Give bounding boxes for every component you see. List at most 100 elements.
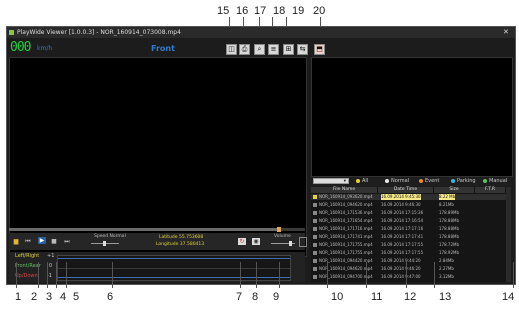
open-folder-icon[interactable]: ▆ bbox=[12, 238, 20, 245]
table-row[interactable]: NOR_160914_171755.mp4 16.09.2014 17:17:55… bbox=[311, 250, 506, 256]
table-scrollbar[interactable] bbox=[506, 187, 511, 282]
filter-parking[interactable]: Parking bbox=[451, 178, 476, 185]
legend-up-down: Up/Down bbox=[15, 273, 38, 279]
window-title: PlayWide Viewer [1.0.0.3] - NOR_160914_0… bbox=[17, 29, 181, 36]
cell-date-time: 16.09.2014 9:44:20 bbox=[381, 258, 421, 263]
callout-line-4 bbox=[56, 262, 57, 288]
fullscreen-button[interactable]: ⊞ bbox=[283, 44, 294, 55]
cell-size: 8.21Mb bbox=[439, 202, 454, 207]
cell-size: 178.88Mb bbox=[439, 226, 459, 231]
control-bar: ▆ ⏮ ▶ ■ ⏭ Speed Normal Latitude 55.75360… bbox=[9, 233, 307, 250]
callout-line-10 bbox=[327, 262, 328, 288]
callout-7: 7 bbox=[236, 291, 243, 303]
rotate-icon[interactable]: ↻ bbox=[238, 238, 246, 245]
cell-size: 178.72Mb bbox=[439, 242, 459, 247]
cell-date-time: 16.09.2014 17:16:54 bbox=[381, 218, 424, 223]
speed-slider-label: Speed Normal bbox=[94, 234, 126, 239]
cell-date-time: 16.09.2014 17:17:55 bbox=[381, 242, 424, 247]
callout-19: 19 bbox=[292, 5, 305, 17]
zoom-button[interactable]: ⌕ bbox=[254, 44, 265, 55]
callout-6: 6 bbox=[107, 291, 114, 303]
table-row[interactable]: NOR_160914_094420.mp4 16.09.2014 9:44:20 2… bbox=[311, 258, 506, 264]
speed-slider-handle[interactable] bbox=[103, 241, 106, 246]
callout-3: 3 bbox=[46, 291, 53, 303]
table-row[interactable]: NOR_160914_171654.mp4 16.09.2014 17:16:54… bbox=[311, 218, 506, 224]
next-icon[interactable]: ⏭ bbox=[63, 238, 71, 245]
table-row[interactable]: NOR_160914_093620.mp4 16.09.2014 9:45:30 8… bbox=[311, 194, 506, 200]
capture-icon[interactable]: ◉ bbox=[252, 238, 260, 245]
callout-20: 20 bbox=[313, 5, 326, 17]
callout-15: 15 bbox=[217, 5, 230, 17]
longitude-text: Longitude 37.580413 bbox=[156, 242, 205, 247]
snapshot-button[interactable]: ◫ bbox=[226, 44, 237, 55]
callout-17: 17 bbox=[254, 5, 267, 17]
chevron-down-icon: ▾ bbox=[343, 179, 346, 184]
mute-toggle[interactable] bbox=[299, 237, 307, 247]
cell-size: 3.12Mb bbox=[439, 274, 454, 279]
callout-line-9 bbox=[279, 262, 280, 288]
filter-normal-label: Normal bbox=[391, 178, 410, 184]
header-size[interactable]: Size bbox=[434, 187, 474, 193]
drive-dropdown[interactable]: ▾ bbox=[313, 178, 349, 184]
gsensor-panel: Left/Right Front/Rear Up/Down +1 0 -1 bbox=[9, 252, 305, 282]
camera-label: Front bbox=[151, 44, 175, 53]
file-list-table: File Name Date Time Size F.T.R NOR_16091… bbox=[311, 187, 511, 282]
view-toggle-button[interactable]: ⇆ bbox=[297, 44, 308, 55]
cell-file-name: NOR_160914_171755.mp4 bbox=[319, 242, 373, 247]
table-row[interactable]: NOR_160914_171741.mp4 16.09.2014 17:17:41… bbox=[311, 234, 506, 240]
table-row[interactable]: NOR_160914_094620.mp4 16.09.2014 9:46:20 2… bbox=[311, 266, 506, 272]
playback-speed-slider[interactable] bbox=[91, 241, 119, 246]
file-type-icon bbox=[313, 267, 317, 271]
title-bar: PlayWide Viewer [1.0.0.3] - NOR_160914_0… bbox=[7, 27, 515, 38]
callout-10: 10 bbox=[331, 291, 344, 303]
callout-line-5 bbox=[66, 262, 67, 288]
volume-slider-handle[interactable] bbox=[289, 241, 292, 246]
close-window-icon[interactable]: ✕ bbox=[503, 27, 509, 38]
table-row[interactable]: NOR_160914_171716.mp4 16.09.2014 17:17:16… bbox=[311, 226, 506, 232]
callout-13: 13 bbox=[439, 291, 452, 303]
table-row[interactable]: NOR_160914_171755.mp4 16.09.2014 17:17:55… bbox=[311, 242, 506, 248]
main-video-view[interactable] bbox=[9, 57, 307, 257]
progress-handle[interactable] bbox=[277, 227, 281, 232]
filter-all[interactable]: All bbox=[356, 178, 368, 185]
callout-line-8 bbox=[256, 262, 257, 288]
filter-event-label: Event bbox=[425, 178, 440, 184]
cell-date-time: 16.09.2014 17:17:41 bbox=[381, 234, 424, 239]
cell-date-time: 16.09.2014 9:47:00 bbox=[381, 274, 421, 279]
header-ftr[interactable]: F.T.R bbox=[475, 187, 505, 193]
cell-file-name: NOR_160914_171536.mp4 bbox=[319, 210, 373, 215]
table-row[interactable]: NOR_160914_171536.mp4 16.09.2014 17:15:36… bbox=[311, 210, 506, 216]
map-view[interactable] bbox=[311, 57, 513, 177]
callout-12: 12 bbox=[404, 291, 417, 303]
filter-manual[interactable]: Manual bbox=[483, 178, 507, 185]
cell-size: 178.92Mb bbox=[439, 250, 459, 255]
callout-14: 14 bbox=[502, 291, 515, 303]
filter-bar: ▾ All Normal Event Parking Manual bbox=[311, 177, 511, 186]
cell-date-time: 16.09.2014 17:17:55 bbox=[381, 250, 424, 255]
filter-parking-label: Parking bbox=[457, 178, 476, 184]
callout-line-7 bbox=[240, 262, 241, 288]
print-button[interactable]: ⎙ bbox=[239, 44, 250, 55]
callout-line-11 bbox=[366, 262, 367, 288]
playback-progress-bar[interactable] bbox=[9, 227, 305, 232]
settings-button[interactable]: ≡ bbox=[268, 44, 279, 55]
callout-9: 9 bbox=[273, 291, 280, 303]
table-row[interactable]: NOR_160914_094620.mp4 16.09.2014 9:46:30 8… bbox=[311, 202, 506, 208]
file-type-icon bbox=[313, 251, 317, 255]
callout-11: 11 bbox=[371, 291, 383, 303]
header-file-name[interactable]: File Name bbox=[311, 187, 377, 193]
table-row[interactable]: NOR_160914_094700.mp4 16.09.2014 9:47:00 3… bbox=[311, 274, 506, 280]
cell-size: 178.89Mb bbox=[439, 210, 459, 215]
cell-date-time: 16.09.2014 9:45:30 bbox=[381, 194, 421, 200]
header-date-time[interactable]: Date Time bbox=[378, 187, 433, 193]
filter-normal[interactable]: Normal bbox=[385, 178, 409, 185]
filter-event[interactable]: Event bbox=[419, 178, 439, 185]
cell-date-time: 16.09.2014 9:46:20 bbox=[381, 266, 421, 271]
stop-icon[interactable]: ■ bbox=[50, 238, 58, 245]
play-icon[interactable]: ▶ bbox=[38, 237, 46, 244]
legend-left-right: Left/Right bbox=[15, 253, 40, 259]
previous-icon[interactable]: ⏮ bbox=[24, 238, 32, 245]
volume-label: Volume bbox=[274, 234, 291, 239]
volume-slider[interactable] bbox=[271, 241, 295, 246]
export-button[interactable]: ⬒ bbox=[314, 44, 325, 55]
